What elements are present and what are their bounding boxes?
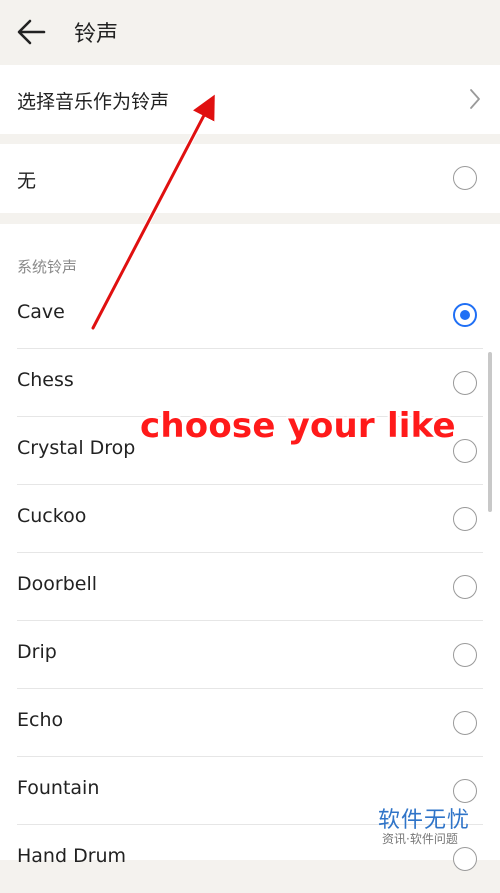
watermark-subtitle: 资讯·软件问题 xyxy=(382,832,458,846)
annotation-text: choose your like xyxy=(140,406,456,446)
